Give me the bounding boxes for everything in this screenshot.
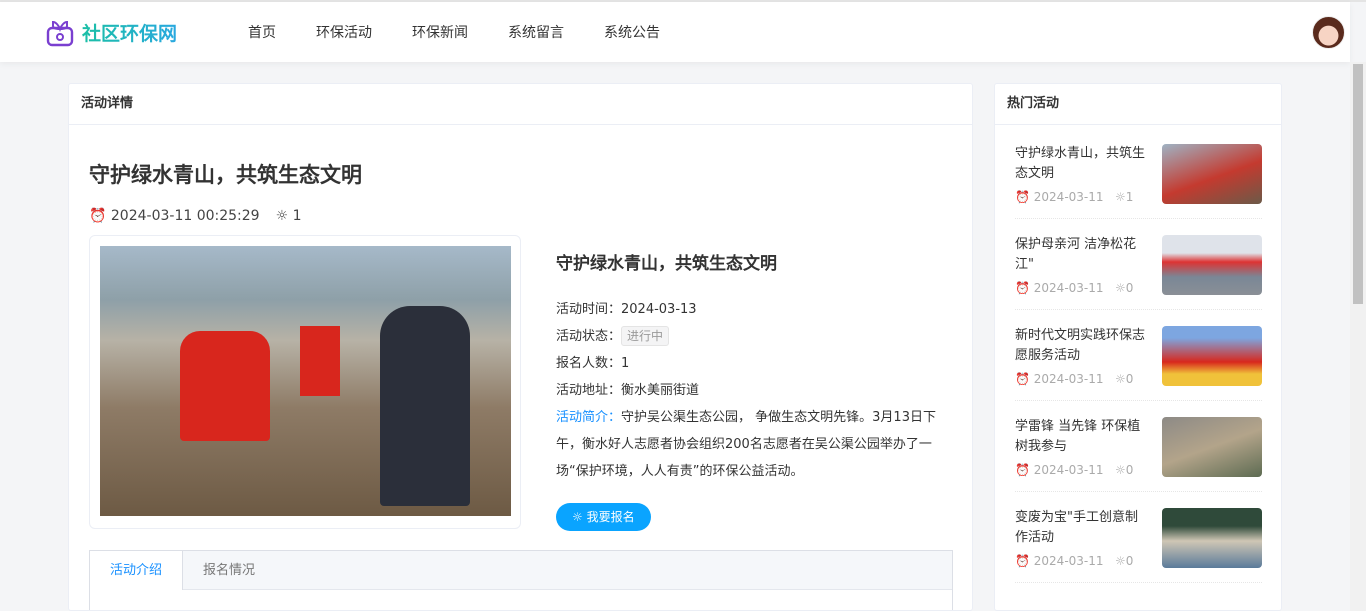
hot-activity-meta: ⏰ 2024-03-11 ☼1 [1015,190,1134,204]
tab-intro[interactable]: 活动介绍 [90,551,184,590]
hot-activity-thumbnail[interactable] [1162,508,1262,568]
nav-messages[interactable]: 系统留言 [508,22,564,42]
tab-signups[interactable]: 报名情况 [183,551,275,589]
sun-icon: ☼ [1114,463,1126,477]
sun-icon: ☼ [1114,281,1126,295]
nav-activities[interactable]: 环保活动 [316,22,372,42]
count-label: 报名人数： [556,356,622,371]
meta: ⏰ 2024-03-11 00:25:29 ☼ 1 [89,208,302,224]
hot-activity-item[interactable]: 新时代文明实践环保志愿服务活动 ⏰ 2024-03-11 ☼0 [1015,326,1262,401]
hot-activity-meta: ⏰ 2024-03-11 ☼0 [1015,463,1134,477]
alarm-clock-icon: ⏰ [1015,372,1030,386]
sun-icon: ☼ [1114,554,1126,568]
header: 社区环保网 首页 环保活动 环保新闻 系统留言 系统公告 [0,2,1350,62]
hot-activity-item[interactable]: 守护绿水青山，共筑生态文明 ⏰ 2024-03-11 ☼1 [1015,144,1262,219]
image-box [89,235,521,529]
hot-activity-item[interactable]: 保护母亲河 洁净松花江" ⏰ 2024-03-11 ☼0 [1015,235,1262,310]
sun-icon: ☼ [275,208,289,224]
activity-detail-card: 活动详情 守护绿水青山，共筑生态文明 ⏰ 2024-03-11 00:25:29… [68,83,973,611]
signup-count: 1 [621,356,630,371]
activity-photo [100,246,511,516]
hot-activity-title[interactable]: 学雷锋 当先锋 环保植树我参与 [1015,417,1150,457]
publish-time: 2024-03-11 00:25:29 [110,208,260,224]
scrollbar-thumb[interactable] [1353,64,1363,304]
address-label: 活动地址： [556,383,622,398]
card-title: 活动详情 [69,84,972,125]
hot-activity-thumbnail[interactable] [1162,326,1262,386]
hot-activity-item[interactable]: 变废为宝"手工创意制作活动 ⏰ 2024-03-11 ☼0 [1015,508,1262,583]
hot-activity-meta: ⏰ 2024-03-11 ☼0 [1015,281,1134,295]
alarm-clock-icon: ⏰ [89,208,107,224]
alarm-clock-icon: ⏰ [1015,190,1030,204]
alarm-clock-icon: ⏰ [1015,554,1030,568]
activity-info: 守护绿水青山，共筑生态文明 活动时间：2024-03-13 活动状态： 进行中 报… [556,254,951,531]
hot-activity-thumbnail[interactable] [1162,235,1262,295]
hot-activity-title[interactable]: 守护绿水青山，共筑生态文明 [1015,144,1150,184]
sun-icon: ☼ [1114,190,1126,204]
signup-button[interactable]: ☼ 我要报名 [556,503,651,531]
activity-time: 2024-03-13 [621,302,697,317]
hot-activity-item[interactable]: 学雷锋 当先锋 环保植树我参与 ⏰ 2024-03-11 ☼0 [1015,417,1262,492]
detail-tabs: 活动介绍 报名情况 [89,550,953,610]
nav-home[interactable]: 首页 [248,22,276,42]
gift-box-icon [46,20,74,47]
intro-label: 活动简介： [556,410,622,425]
time-label: 活动时间： [556,302,622,317]
hot-activity-title[interactable]: 保护母亲河 洁净松花江" [1015,235,1150,275]
activity-address: 衡水美丽街道 [621,383,700,398]
hot-activity-thumbnail[interactable] [1162,417,1262,477]
user-avatar[interactable] [1312,16,1345,49]
hot-activity-thumbnail[interactable] [1162,144,1262,204]
hot-activity-meta: ⏰ 2024-03-11 ☼0 [1015,372,1134,386]
sun-icon: ☼ [1114,372,1126,386]
hot-activities-card: 热门活动 守护绿水青山，共筑生态文明 ⏰ 2024-03-11 ☼1 保护母亲河… [994,83,1282,611]
hot-activity-title[interactable]: 新时代文明实践环保志愿服务活动 [1015,326,1150,366]
scrollbar[interactable] [1350,62,1366,611]
view-count: 1 [292,208,302,224]
site-name: 社区环保网 [82,19,177,46]
nav-announcements[interactable]: 系统公告 [604,22,660,42]
main-nav: 首页 环保活动 环保新闻 系统留言 系统公告 [248,22,660,42]
page-title: 守护绿水青山，共筑生态文明 [89,163,362,187]
alarm-clock-icon: ⏰ [1015,463,1030,477]
hot-activity-title[interactable]: 变废为宝"手工创意制作活动 [1015,508,1150,548]
card-title: 热门活动 [995,84,1281,125]
sun-icon: ☼ [572,510,583,524]
alarm-clock-icon: ⏰ [1015,281,1030,295]
hot-activity-meta: ⏰ 2024-03-11 ☼0 [1015,554,1134,568]
logo[interactable]: 社区环保网 [44,16,177,48]
status-label: 活动状态： [556,329,622,344]
info-title: 守护绿水青山，共筑生态文明 [556,254,777,274]
status-badge: 进行中 [621,326,670,346]
nav-news[interactable]: 环保新闻 [412,22,468,42]
